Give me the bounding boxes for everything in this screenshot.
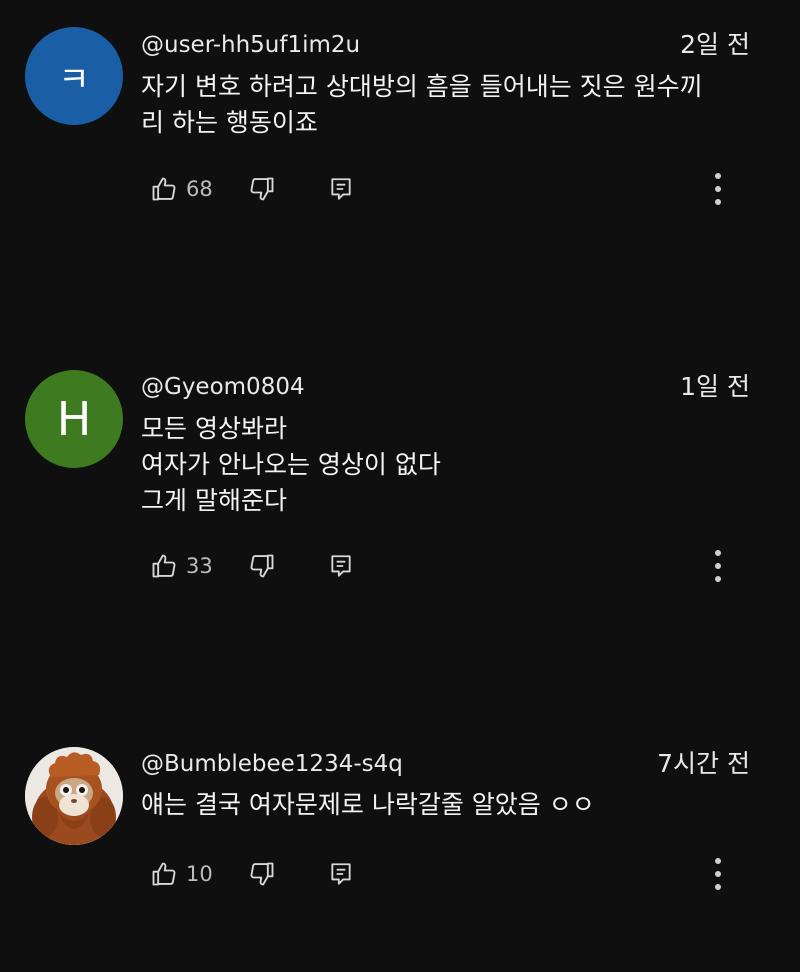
- more-vert-dot: [715, 884, 721, 890]
- more-vert-dot: [715, 186, 721, 192]
- comment-author[interactable]: @user-hh5uf1im2u: [141, 30, 360, 60]
- thumbs-down-icon: [250, 177, 274, 201]
- comment-actions: 33: [0, 548, 800, 584]
- more-vert-dot: [715, 563, 721, 569]
- reply-button[interactable]: [328, 548, 354, 584]
- more-vert-icon: [715, 173, 721, 179]
- more-options-button[interactable]: [708, 548, 728, 584]
- dislike-button[interactable]: [248, 171, 276, 207]
- more-options-button[interactable]: [708, 856, 728, 892]
- comment-author[interactable]: @Bumblebee1234-s4q: [141, 749, 403, 779]
- reply-button[interactable]: [328, 171, 354, 207]
- like-button[interactable]: 10: [150, 856, 213, 892]
- like-count: 68: [186, 177, 213, 201]
- avatar[interactable]: ㅋ: [25, 27, 123, 125]
- like-count: 33: [186, 554, 213, 578]
- comment-actions: 68: [0, 171, 800, 207]
- dislike-button[interactable]: [248, 548, 276, 584]
- orangutan-plush-avatar[interactable]: [25, 747, 123, 845]
- thumbs-up-icon: [152, 862, 176, 886]
- comment-text-line: 여자가 안나오는 영상이 없다: [141, 450, 441, 479]
- comment-timestamp[interactable]: 7시간 전: [657, 749, 750, 779]
- comment-text: 모든 영상봐라 여자가 안나오는 영상이 없다 그게 말해준다: [141, 411, 751, 519]
- thumbs-up-icon: [152, 177, 176, 201]
- more-options-button[interactable]: [708, 171, 728, 207]
- comment-text-line: 리 하는 행동이죠: [141, 108, 318, 137]
- more-vert-icon: [715, 550, 721, 556]
- comment-text-line: 얘는 결국 여자문제로 나락갈줄 알았음 ㅇㅇ: [141, 790, 595, 819]
- avatar[interactable]: H: [25, 370, 123, 468]
- reply-button[interactable]: [328, 856, 354, 892]
- dislike-button[interactable]: [248, 856, 276, 892]
- comment-text-line: 모든 영상봐라: [141, 414, 287, 443]
- comment-text: 자기 변호 하려고 상대방의 흠을 들어내는 짓은 원수끼 리 하는 행동이죠: [141, 69, 751, 141]
- comment-timestamp[interactable]: 1일 전: [680, 372, 750, 402]
- thumbs-up-icon: [152, 554, 176, 578]
- comment-timestamp[interactable]: 2일 전: [680, 30, 750, 60]
- like-button[interactable]: 68: [150, 171, 213, 207]
- like-button[interactable]: 33: [150, 548, 213, 584]
- more-vert-dot: [715, 871, 721, 877]
- reply-comment-icon: [331, 178, 351, 200]
- more-vert-dot: [715, 576, 721, 582]
- avatar-letter: H: [56, 392, 92, 446]
- more-vert-dot: [715, 199, 721, 205]
- comment-text-line: 그게 말해준다: [141, 486, 287, 515]
- reply-comment-icon: [331, 863, 351, 885]
- like-count: 10: [186, 862, 213, 886]
- more-vert-icon: [715, 858, 721, 864]
- reply-comment-icon: [331, 555, 351, 577]
- orangutan-plush-icon: [25, 747, 123, 845]
- comment-author[interactable]: @Gyeom0804: [141, 372, 305, 402]
- comment-text: 얘는 결국 여자문제로 나락갈줄 알았음 ㅇㅇ: [141, 787, 751, 823]
- comment-text-line: 자기 변호 하려고 상대방의 흠을 들어내는 짓은 원수끼: [141, 72, 703, 101]
- thumbs-down-icon: [250, 554, 274, 578]
- comment-actions: 10: [0, 856, 800, 892]
- avatar-letter: ㅋ: [58, 59, 90, 100]
- thumbs-down-icon: [250, 862, 274, 886]
